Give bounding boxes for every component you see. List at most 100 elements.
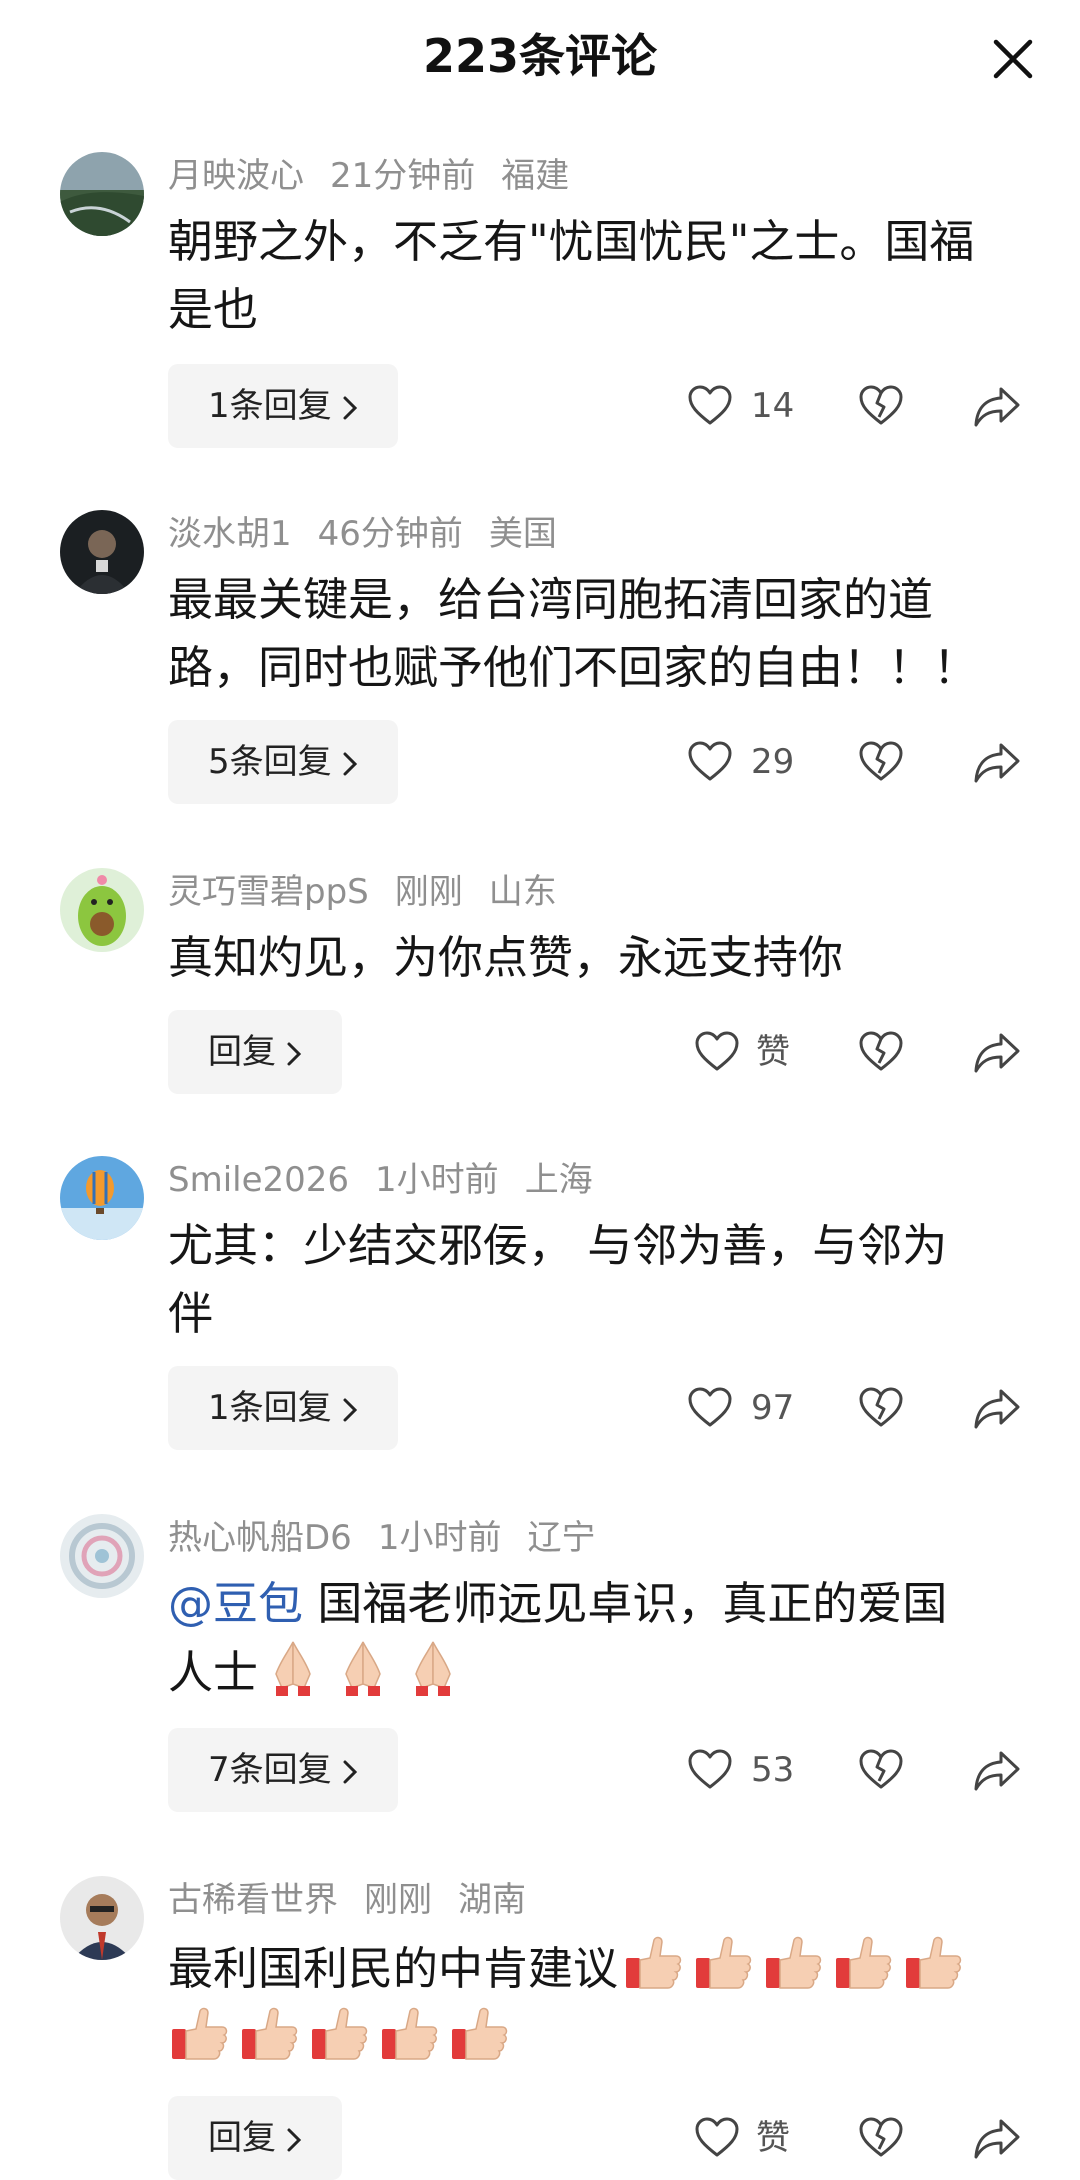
- like-count: 97: [751, 1388, 795, 1428]
- comment-actions: 97: [0, 1366, 1080, 1450]
- like-count: 53: [751, 1750, 795, 1790]
- comment-meta: 淡水胡1 46分钟前 美国: [168, 510, 583, 558]
- comment-text-line: 最利国利民的中肯建议: [168, 1932, 1028, 2003]
- comment-text-line: 伴: [168, 1287, 214, 1340]
- username[interactable]: 热心帆船D6: [168, 1518, 352, 1558]
- like-count: 赞: [756, 1032, 790, 1072]
- comment-time: 21分钟前: [330, 156, 476, 196]
- comment-text: 朝野之外，不乏有"忧国忧民"之士。国福 是也: [168, 208, 1028, 344]
- comment-actions: 14: [0, 364, 1080, 448]
- share-icon[interactable]: [972, 737, 1022, 787]
- broken-heart-icon[interactable]: [858, 1029, 904, 1075]
- username[interactable]: 淡水胡1: [168, 514, 292, 554]
- close-icon: [993, 39, 1033, 79]
- heart-icon[interactable]: [694, 2115, 740, 2161]
- comment-location: 上海: [524, 1160, 593, 1200]
- comment-text-line: 人士: [168, 1638, 1028, 1707]
- comment-time: 46分钟前: [317, 514, 463, 554]
- thumbs-up-emoji-icon: [626, 1936, 682, 1989]
- comment-text-line: 尤其：少结交邪佞， 与邻为善，与邻为: [168, 1219, 948, 1272]
- heart-icon[interactable]: [687, 739, 733, 785]
- heart-icon[interactable]: [687, 383, 733, 429]
- share-icon[interactable]: [972, 2113, 1022, 2163]
- comment-time: 1小时前: [377, 1518, 502, 1558]
- comment-item: 灵巧雪碧ppS 刚刚 山东 真知灼见，为你点赞，永远支持你 回复 赞: [0, 868, 1080, 1108]
- heart-icon[interactable]: [687, 1747, 733, 1793]
- broken-heart-icon[interactable]: [858, 739, 904, 785]
- pray-emoji-icon: [275, 1641, 311, 1696]
- comment-text-line: @豆包 国福老师远见卓识，真正的爱国: [168, 1570, 1028, 1638]
- comment-meta: 月映波心 21分钟前 福建: [168, 152, 595, 200]
- comment-text: @豆包 国福老师远见卓识，真正的爱国 人士: [168, 1570, 1028, 1707]
- comment-text-span: 最利国利民的中肯建议: [168, 1942, 619, 1995]
- heart-icon[interactable]: [687, 1385, 733, 1431]
- thumbs-up-emoji-icon: [452, 2007, 508, 2060]
- avatar[interactable]: [60, 1156, 144, 1240]
- close-button[interactable]: [988, 34, 1038, 84]
- share-icon[interactable]: [972, 381, 1022, 431]
- thumbs-up-emoji-icon: [172, 2007, 228, 2060]
- share-icon[interactable]: [972, 1745, 1022, 1795]
- comment-actions: 赞: [0, 2096, 1080, 2180]
- comment-item: 月映波心 21分钟前 福建 朝野之外，不乏有"忧国忧民"之士。国福 是也 1条回复 …: [0, 152, 1080, 462]
- comment-actions: 53: [0, 1728, 1080, 1812]
- comment-actions: 赞: [0, 1010, 1080, 1094]
- avatar[interactable]: [60, 152, 144, 236]
- comment-meta: 古稀看世界 刚刚 湖南: [168, 1876, 552, 1924]
- comment-location: 辽宁: [527, 1518, 596, 1558]
- comment-meta: Smile2026 1小时前 上海: [168, 1156, 619, 1204]
- username[interactable]: 月映波心: [168, 156, 304, 196]
- mention-link[interactable]: @豆包: [168, 1577, 303, 1630]
- comment-text-span: 人士: [168, 1646, 259, 1699]
- comments-header: 223条评论: [0, 0, 1080, 120]
- comment-text-line: 最最关键是，给台湾同胞拓清回家的道: [168, 573, 934, 626]
- like-count: 29: [751, 742, 795, 782]
- share-icon[interactable]: [972, 1383, 1022, 1433]
- avatar[interactable]: [60, 1876, 144, 1960]
- share-icon[interactable]: [972, 1027, 1022, 1077]
- comment-item: 古稀看世界 刚刚 湖南 最利国利民的中肯建议 回复 赞: [0, 1876, 1080, 2180]
- thumbs-up-emoji-icon: [906, 1936, 962, 1989]
- comment-text-line: 路，同时也赋予他们不回家的自由！！！: [168, 641, 979, 694]
- broken-heart-icon[interactable]: [858, 1385, 904, 1431]
- comment-text: 尤其：少结交邪佞， 与邻为善，与邻为 伴: [168, 1212, 1028, 1348]
- comment-location: 美国: [488, 514, 557, 554]
- thumbs-up-emoji-icon: [382, 2007, 438, 2060]
- username[interactable]: 古稀看世界: [168, 1880, 338, 1920]
- avatar[interactable]: [60, 1514, 144, 1598]
- comment-text: 最利国利民的中肯建议: [168, 1932, 1028, 2074]
- like-count: 14: [751, 386, 795, 426]
- comment-meta: 热心帆船D6 1小时前 辽宁: [168, 1514, 621, 1562]
- comment-item: Smile2026 1小时前 上海 尤其：少结交邪佞， 与邻为善，与邻为 伴 1条回…: [0, 1156, 1080, 1466]
- comment-item: 热心帆船D6 1小时前 辽宁 @豆包 国福老师远见卓识，真正的爱国 人士 7条回复 …: [0, 1514, 1080, 1824]
- thumbs-up-emoji-icon: [766, 1936, 822, 1989]
- comment-text-span: 国福老师远见卓识，真正的爱国: [303, 1577, 948, 1630]
- avatar[interactable]: [60, 510, 144, 594]
- like-count: 赞: [756, 2118, 790, 2158]
- broken-heart-icon[interactable]: [858, 1747, 904, 1793]
- broken-heart-icon[interactable]: [858, 383, 904, 429]
- thumbs-up-emoji-icon: [836, 1936, 892, 1989]
- comment-text-line: 是也: [168, 283, 259, 336]
- thumbs-up-emoji-icon: [696, 1936, 752, 1989]
- comment-time: 1小时前: [375, 1160, 499, 1200]
- broken-heart-icon[interactable]: [858, 2115, 904, 2161]
- thumbs-up-emoji-icon: [242, 2007, 298, 2060]
- comment-time: 刚刚: [394, 872, 463, 912]
- comment-text-line: [164, 2003, 1028, 2074]
- comment-location: 湖南: [458, 1880, 526, 1920]
- username[interactable]: Smile2026: [168, 1160, 349, 1200]
- comment-item: 淡水胡1 46分钟前 美国 最最关键是，给台湾同胞拓清回家的道 路，同时也赋予他们不…: [0, 510, 1080, 820]
- heart-icon[interactable]: [694, 1029, 740, 1075]
- comment-text: 最最关键是，给台湾同胞拓清回家的道 路，同时也赋予他们不回家的自由！！！: [168, 566, 1028, 702]
- comment-meta: 灵巧雪碧ppS 刚刚 山东: [168, 868, 583, 916]
- avatar[interactable]: [60, 868, 144, 952]
- comment-actions: 29: [0, 720, 1080, 804]
- page-title: 223条评论: [422, 29, 658, 83]
- pray-emoji-icon: [345, 1641, 381, 1696]
- thumbs-up-emoji-icon: [312, 2007, 368, 2060]
- comment-time: 刚刚: [364, 1880, 432, 1920]
- comment-location: 山东: [488, 872, 557, 912]
- username[interactable]: 灵巧雪碧ppS: [168, 872, 369, 912]
- pray-emoji-icon: [415, 1641, 451, 1696]
